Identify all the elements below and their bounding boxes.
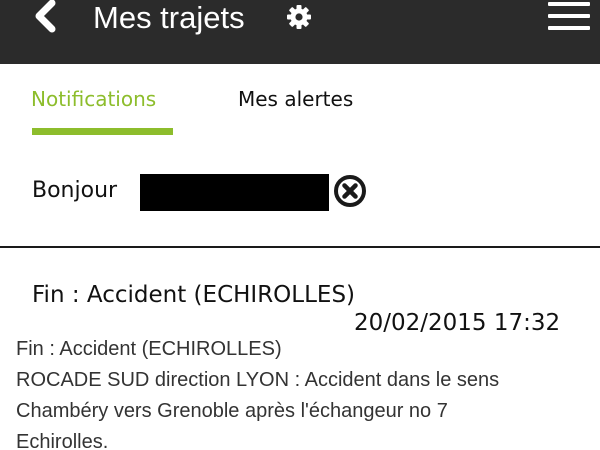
hamburger-menu-icon [548,26,590,30]
hamburger-menu-icon [548,14,590,18]
chevron-left-icon [35,0,56,33]
back-button[interactable] [30,0,62,34]
section-divider [0,246,600,248]
tab-bar: Notifications Mes alertes [0,64,600,154]
notification-body: Fin : Accident (ECHIROLLES) ROCADE SUD d… [16,334,586,450]
menu-button[interactable] [548,2,592,32]
active-tab-indicator [32,128,173,135]
dismiss-button[interactable] [333,174,367,208]
notification-body-line: Fin : Accident (ECHIROLLES) [16,338,282,360]
close-circle-icon [334,175,366,207]
app-header: Mes trajets [0,0,600,64]
hamburger-menu-icon [548,2,590,6]
notification-body-line: Echirolles. [16,431,109,450]
page-title: Mes trajets [93,0,245,35]
gear-icon [287,5,311,29]
notification-title[interactable]: Fin : Accident (ECHIROLLES) [32,280,355,310]
tab-notifications[interactable]: Notifications [31,85,156,113]
notification-body-line: ROCADE SUD direction LYON : Accident dan… [16,369,500,391]
notification-body-line: Chambéry vers Grenoble après l'échangeur… [16,400,448,422]
tab-mes-alertes[interactable]: Mes alertes [238,85,353,113]
redacted-username [140,174,329,211]
settings-button[interactable] [285,3,313,31]
greeting-label: Bonjour [32,178,118,203]
